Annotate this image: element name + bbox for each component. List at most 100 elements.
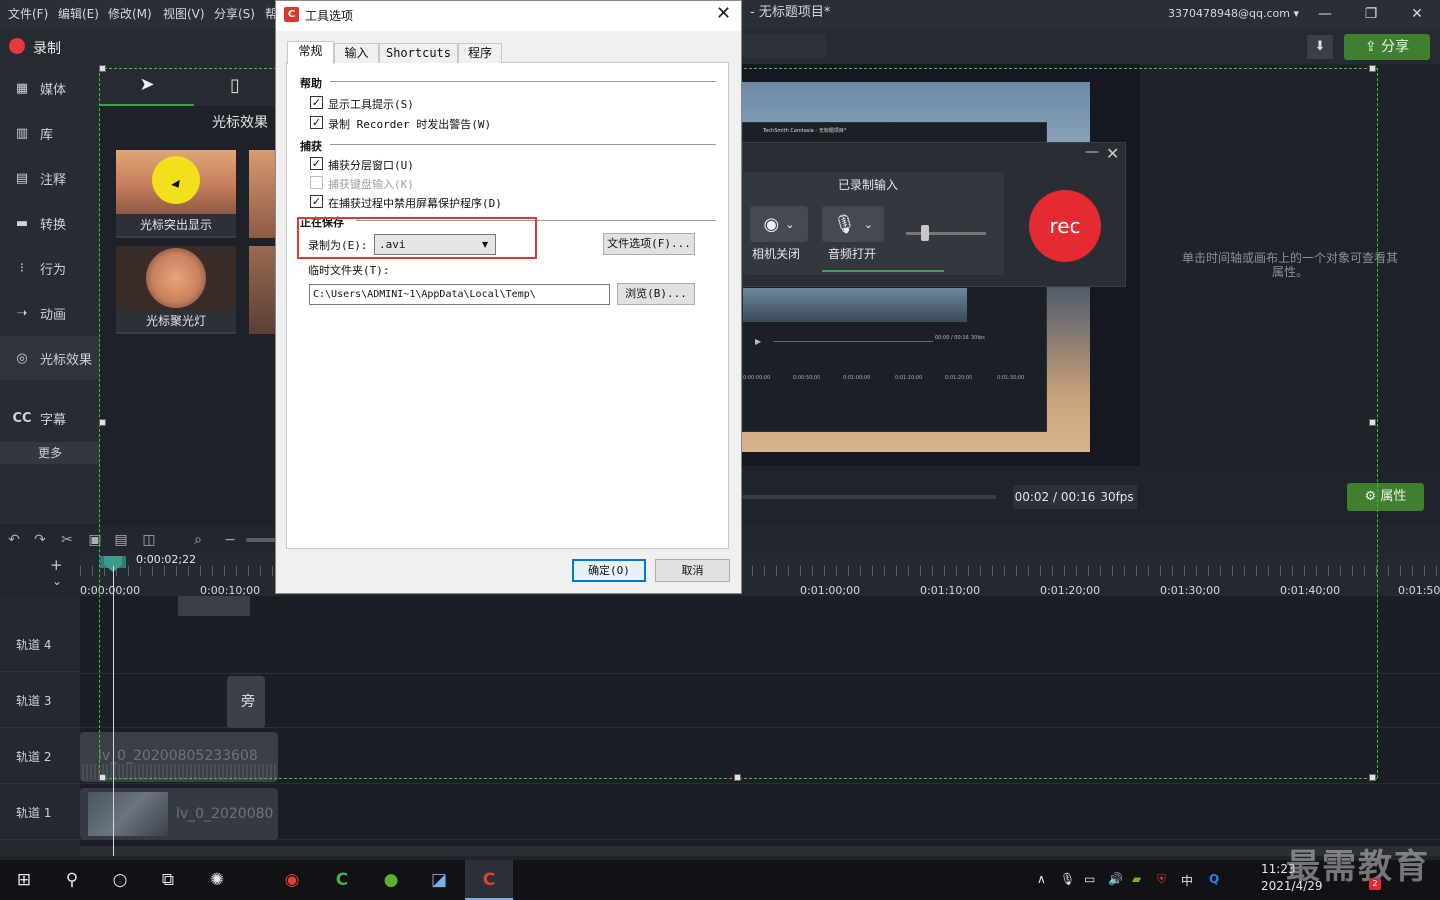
checkbox-recorder-warning[interactable]: ✓ xyxy=(310,116,323,129)
checkbox-capture-layered[interactable]: ✓ xyxy=(310,157,323,170)
menu-view[interactable]: 视图(V) xyxy=(163,0,205,28)
tab-program[interactable]: 程序 xyxy=(458,43,502,63)
sidebar-item-media[interactable]: ▦ 媒体 xyxy=(0,66,100,110)
chevron-down-icon[interactable]: ⌄ xyxy=(52,574,62,588)
record-button-label[interactable]: 录制 xyxy=(33,38,61,58)
timeline-scrollbar[interactable] xyxy=(80,846,1440,856)
resize-handle[interactable] xyxy=(1369,774,1376,781)
zoom-icon[interactable]: ⌕ xyxy=(188,530,208,550)
tray-security-icon[interactable]: ⛨ xyxy=(1157,872,1166,887)
sidebar-item-animations[interactable]: ➝ 动画 xyxy=(0,291,100,335)
notebook-app-icon[interactable]: ◪ xyxy=(419,864,459,896)
menu-edit[interactable]: 编辑(E) xyxy=(58,0,99,28)
more-button[interactable]: 更多 xyxy=(0,442,100,464)
cut-icon[interactable]: ✂ xyxy=(57,530,77,550)
recorder-close-icon[interactable]: ✕ xyxy=(1106,144,1119,163)
track-row[interactable] xyxy=(80,786,1440,840)
chrome-icon[interactable]: ◉ xyxy=(272,864,312,896)
notification-badge[interactable]: 2 xyxy=(1369,878,1381,890)
tray-nvidia-icon[interactable]: ▰ xyxy=(1132,872,1141,886)
cancel-button[interactable]: 取消 xyxy=(655,559,730,582)
tray-expand-icon[interactable]: ∧ xyxy=(1037,872,1046,886)
resize-handle[interactable] xyxy=(99,419,106,426)
sidebar-item-annotations[interactable]: ▤ 注释 xyxy=(0,156,100,200)
maximize-button[interactable]: ❐ xyxy=(1348,0,1394,28)
zoom-out-icon[interactable]: − xyxy=(220,530,240,550)
browse-button[interactable]: 浏览(B)... xyxy=(617,283,695,305)
tray-qq-icon[interactable]: Q xyxy=(1209,872,1219,886)
tab-click-effects[interactable]: ▯ xyxy=(194,64,276,106)
audio-toggle[interactable]: 🎙 ⌄ xyxy=(822,206,884,242)
camera-toggle[interactable]: ◉ ⌄ xyxy=(750,206,808,242)
tray-microphone-icon[interactable]: 🎙 xyxy=(1060,872,1075,886)
clip-audio[interactable] xyxy=(178,596,250,616)
track-label-1[interactable]: 轨道 1 xyxy=(0,786,80,840)
clip-callout[interactable]: 旁白 xyxy=(227,676,265,762)
menu-share[interactable]: 分享(S) xyxy=(214,0,255,28)
volume-slider-track[interactable] xyxy=(906,232,986,235)
copy-icon[interactable]: ▣ xyxy=(85,530,105,550)
properties-button[interactable]: ⚙ 属性 xyxy=(1347,483,1424,511)
sidebar-item-library[interactable]: ▥ 库 xyxy=(0,111,100,155)
task-view-icon[interactable]: ⧉ xyxy=(148,864,188,896)
tray-ime-icon[interactable]: 中 xyxy=(1181,872,1193,889)
resize-handle[interactable] xyxy=(1369,419,1376,426)
resize-handle[interactable] xyxy=(1369,65,1376,72)
track-row[interactable] xyxy=(80,674,1440,728)
sidebar-item-behaviors[interactable]: ⁝ 行为 xyxy=(0,246,100,290)
tab-pointer-effects[interactable]: ➤ xyxy=(100,64,194,106)
close-button[interactable]: ✕ xyxy=(1394,0,1440,28)
menu-file[interactable]: 文件(F) xyxy=(8,0,48,28)
recorder-minimize-icon[interactable]: — xyxy=(1085,144,1099,160)
tray-network-icon[interactable]: ▭ xyxy=(1084,872,1095,886)
resize-handle[interactable] xyxy=(99,774,106,781)
redo-icon[interactable]: ↷ xyxy=(30,530,50,550)
search-icon[interactable]: ⚲ xyxy=(52,864,92,896)
track-row[interactable] xyxy=(80,730,1440,784)
account-menu[interactable]: 3370478948@qq.com ▾ xyxy=(1168,0,1299,28)
track-label-3[interactable]: 轨道 3 xyxy=(0,674,80,728)
effect-thumb-partial[interactable] xyxy=(249,150,276,238)
effect-thumb-partial[interactable] xyxy=(249,246,276,334)
zoom-slider[interactable] xyxy=(246,538,276,542)
resize-handle[interactable] xyxy=(99,65,106,72)
download-icon[interactable]: ⬇ xyxy=(1307,35,1333,59)
melon-app-icon[interactable]: ● xyxy=(371,864,411,896)
sidebar-item-cursor-effects[interactable]: ◎ 光标效果 xyxy=(0,336,100,380)
menu-modify[interactable]: 修改(M) xyxy=(108,0,152,28)
resize-handle[interactable] xyxy=(734,774,741,781)
split-icon[interactable]: ◫ xyxy=(139,530,159,550)
file-options-button[interactable]: 文件选项(F)... xyxy=(603,233,695,255)
playback-scrubber[interactable] xyxy=(742,495,996,499)
temp-folder-input[interactable]: C:\Users\ADMINI~1\AppData\Local\Temp\ xyxy=(309,284,610,305)
rec-button[interactable]: rec xyxy=(1029,190,1101,262)
tab-shortcuts[interactable]: Shortcuts xyxy=(379,43,458,63)
minimize-button[interactable]: — xyxy=(1302,0,1348,28)
record-icon[interactable] xyxy=(9,38,25,54)
camtasia-green-icon[interactable]: C xyxy=(322,864,362,896)
checkbox-disable-screensaver[interactable]: ✓ xyxy=(310,195,323,208)
track-label-2[interactable]: 轨道 2 xyxy=(0,730,80,784)
checkbox-show-tooltips[interactable]: ✓ xyxy=(310,96,323,109)
track-row[interactable] xyxy=(80,620,1440,674)
tray-volume-icon[interactable]: 🔊 xyxy=(1108,872,1123,886)
ok-button[interactable]: 确定(O) xyxy=(572,559,646,582)
tab-general[interactable]: 常规 xyxy=(287,41,334,64)
zoom-dropdown[interactable] xyxy=(742,34,826,58)
effect-thumb-spotlight[interactable]: 光标聚光灯 xyxy=(116,246,236,334)
track-label-4[interactable]: 轨道 4 xyxy=(0,618,80,672)
undo-icon[interactable]: ↶ xyxy=(4,530,24,550)
dialog-close-icon[interactable]: ✕ xyxy=(716,3,731,24)
add-track-icon[interactable]: + xyxy=(50,556,63,574)
pinwheel-app-icon[interactable]: ✺ xyxy=(197,864,237,896)
paste-icon[interactable]: ▤ xyxy=(111,530,131,550)
sidebar-item-transitions[interactable]: ▬ 转换 xyxy=(0,201,100,245)
share-button[interactable]: ⇪ 分享 xyxy=(1344,34,1430,60)
windows-start-icon[interactable]: ⊞ xyxy=(4,864,44,896)
tab-input[interactable]: 输入 xyxy=(334,43,379,63)
sidebar-item-captions[interactable]: CC 字幕 xyxy=(0,396,100,440)
volume-slider-thumb[interactable] xyxy=(921,225,929,241)
effect-thumb-highlight[interactable]: 光标突出显示 xyxy=(116,150,236,238)
camtasia-recorder-icon[interactable]: C xyxy=(469,864,509,896)
cortana-icon[interactable]: ○ xyxy=(100,864,140,896)
